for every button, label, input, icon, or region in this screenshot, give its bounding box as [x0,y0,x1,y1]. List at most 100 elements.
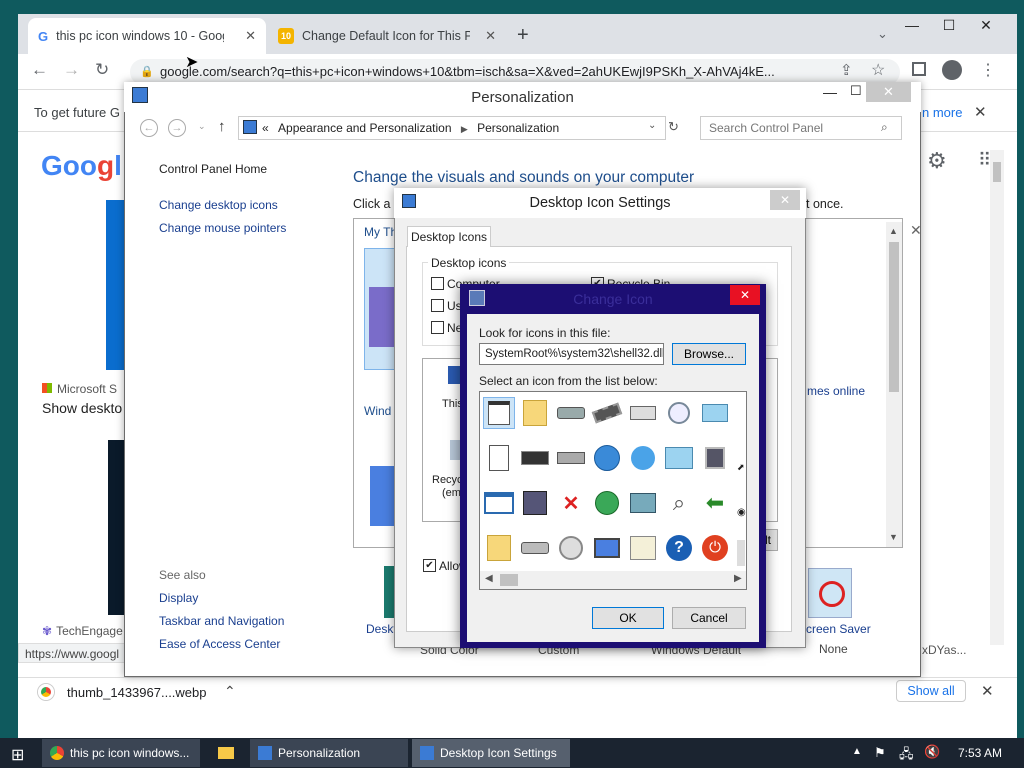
computer-checkbox[interactable] [431,277,444,290]
globe-monitor-icon[interactable] [627,442,659,474]
forward-arrow-icon[interactable]: → [63,60,80,80]
document-icon[interactable] [483,442,515,474]
pers-minimize-button[interactable]: — [823,84,837,100]
result-caption[interactable]: Show deskto [42,400,122,416]
share-icon[interactable]: ⇪ [840,61,853,79]
desktop-icon-settings-close-button[interactable]: ✕ [770,190,800,210]
scrollbar-thumb[interactable] [500,574,518,586]
recent-dropdown-icon[interactable]: ⌄ [198,121,206,132]
close-window-button[interactable]: ✕ [969,14,1003,36]
close-tab-icon[interactable]: ✕ [485,28,496,44]
cd-drive-icon[interactable] [555,532,587,564]
change-desktop-icons-link[interactable]: Change desktop icons [159,198,278,212]
windows-theme-thumbnail[interactable] [370,466,396,526]
power-icon[interactable]: ⏻ [699,532,731,564]
volume-muted-icon[interactable]: 🔇 [924,744,940,760]
display-link[interactable]: Display [159,591,198,605]
reload-icon[interactable]: ↻ [95,60,109,80]
breadcrumb-appearance[interactable]: Appearance and Personalization [278,121,451,135]
start-windows-icon[interactable]: ⊞ [11,745,24,765]
desktop-background-label[interactable]: Deskt [366,622,397,636]
flag-icon[interactable]: ⚑ [874,745,886,761]
screen-saver-label[interactable]: creen Saver [806,622,871,636]
allow-themes-checkbox[interactable]: ✔ [423,559,436,572]
breadcrumb-personalization[interactable]: Personalization [477,121,559,135]
page-scrollbar[interactable] [990,150,1004,645]
network-drive-icon[interactable] [555,442,587,474]
download-filename[interactable]: thumb_1433967....webp [67,685,207,700]
icon-file-input[interactable]: SystemRoot%\system32\shell32.dll [479,343,664,365]
ease-of-access-link[interactable]: Ease of Access Center [159,637,280,651]
change-mouse-pointers-link[interactable]: Change mouse pointers [159,221,286,235]
pers-maximize-button[interactable]: ☐ [850,83,862,99]
partial-icon[interactable] [735,397,746,429]
desktop-background-thumb[interactable] [384,566,394,618]
folder-icon[interactable] [519,397,551,429]
taskbar-item-desktop-icon-settings[interactable]: Desktop Icon Settings [412,739,570,767]
themes-scrollbar-thumb[interactable] [889,242,899,392]
pers-forward-icon[interactable]: → [168,119,186,137]
desktop-computer-icon[interactable] [591,532,623,564]
browse-button[interactable]: Browse... [672,343,746,365]
magnifier-icon[interactable]: ⌕ [663,487,695,519]
network-icon[interactable] [627,487,659,519]
learn-more-link[interactable]: n more [922,105,962,120]
selected-theme[interactable] [364,248,397,370]
show-all-button[interactable]: Show all [896,680,966,702]
close-preview-icon[interactable]: ✕ [910,222,922,239]
close-info-bar-icon[interactable]: ✕ [974,103,987,121]
settings-gear-icon[interactable]: ⚙ [927,148,947,174]
pers-back-icon[interactable]: ← [140,119,158,137]
delete-drive-icon[interactable]: ✕ [555,487,587,519]
drive-icon[interactable] [555,397,587,429]
minimize-button[interactable]: — [895,14,929,36]
refresh-icon[interactable]: ↻ [668,119,679,135]
url-text[interactable]: google.com/search?q=this+pc+icon+windows… [160,64,825,79]
globe-cursor-icon[interactable] [591,487,623,519]
taskbar-item-personalization[interactable]: Personalization [250,739,408,767]
network-checkbox[interactable] [431,321,444,334]
menu-kebab-icon[interactable]: ⋮ [980,60,996,80]
themes-scrollbar[interactable]: ▲ ▼ [886,222,902,547]
green-arrow-icon[interactable]: ⬅ [699,487,731,519]
icon-list-scrollbar[interactable]: ◀ ▶ [480,571,746,589]
tab-change-default-icon[interactable]: 10 Change Default Icon for This PC | ✕ [268,18,506,54]
show-hidden-icons-chevron-icon[interactable]: ▲ [852,746,862,757]
back-arrow-icon[interactable]: ← [31,60,48,80]
taskbar-navigation-link[interactable]: Taskbar and Navigation [159,614,284,628]
download-chevron-up-icon[interactable]: ⌃ [224,683,236,700]
network-icon[interactable]: 🖧 [899,745,914,767]
computer-key-icon[interactable] [519,442,551,474]
pers-up-icon[interactable]: ↑ [218,118,226,135]
scroll-right-icon[interactable]: ▶ [734,573,742,584]
google-logo[interactable]: Googl [41,150,122,182]
printer-icon[interactable] [627,397,659,429]
icon-option[interactable] [483,397,515,429]
tab-search-chevron-icon[interactable]: ⌄ [877,26,888,42]
tab-desktop-icons[interactable]: Desktop Icons [407,226,491,247]
sidepanel-icon[interactable] [912,62,926,76]
new-tab-button[interactable]: + [517,24,529,47]
scrollbar-thumb[interactable] [993,162,1001,182]
clock-icon[interactable] [663,397,695,429]
globe-icon[interactable] [591,442,623,474]
close-download-bar-icon[interactable]: ✕ [981,682,994,700]
chip-icon[interactable] [591,397,623,429]
window-icon[interactable] [483,487,515,519]
themes-online-link[interactable]: mes online [807,384,865,398]
control-panel-home-link[interactable]: Control Panel Home [159,162,267,176]
scroll-left-icon[interactable]: ◀ [485,573,493,584]
search-control-panel-input[interactable]: Search Control Panel ⌕ [700,116,902,140]
calculator-icon[interactable] [627,532,659,564]
close-tab-icon[interactable]: ✕ [245,28,256,44]
taskbar-item-chrome[interactable]: this pc icon windows... [42,739,200,767]
screen-saver-icon[interactable] [808,568,852,618]
change-icon-close-button[interactable]: ✕ [730,285,760,305]
maximize-button[interactable]: ☐ [932,14,966,36]
display-window-icon[interactable] [699,397,731,429]
bookmark-star-icon[interactable]: ☆ [871,60,885,80]
removable-drive-icon[interactable] [519,532,551,564]
pers-close-button[interactable]: ✕ [866,82,911,102]
profile-avatar[interactable] [942,60,962,80]
users-files-checkbox[interactable] [431,299,444,312]
